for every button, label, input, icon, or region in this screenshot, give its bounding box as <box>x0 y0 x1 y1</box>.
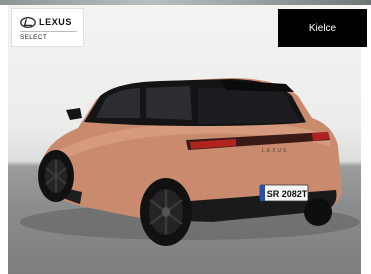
wheel-front <box>38 150 74 202</box>
logo-divider <box>20 31 77 32</box>
rear-badge: LEXUS <box>262 148 288 154</box>
brand-name: LEXUS <box>39 17 73 27</box>
rear-window <box>198 88 300 124</box>
lexus-logo: LEXUS <box>20 16 72 28</box>
wheel-far-rear <box>304 198 332 226</box>
plate-eu-band <box>260 185 265 201</box>
side-window-rear <box>146 86 192 120</box>
lexus-emblem-icon <box>20 16 36 28</box>
dealer-logo[interactable]: LEXUS SELECT <box>11 8 84 47</box>
license-plate-text: SR 2082T <box>267 189 308 199</box>
left-margin <box>0 5 8 274</box>
location-button[interactable]: Kielce <box>278 9 367 47</box>
side-mirror <box>66 108 82 120</box>
brand-sublabel: SELECT <box>20 34 48 41</box>
wheel-rear <box>140 178 192 246</box>
